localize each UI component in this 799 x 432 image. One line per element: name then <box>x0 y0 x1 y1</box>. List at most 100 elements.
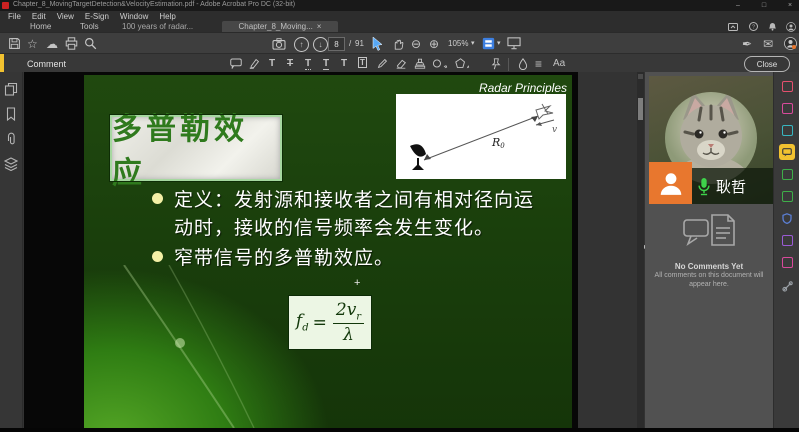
menu-window[interactable]: Window <box>120 12 148 21</box>
comment-toolbar-label: Comment <box>27 59 66 69</box>
zoom-in-icon[interactable]: ⊕ <box>429 36 439 51</box>
line-weight-icon[interactable]: ≡ <box>535 57 542 70</box>
menu-bar: File Edit View E-Sign Window Help <box>0 11 799 21</box>
content-area: 多普勒效应 Radar Principles <box>0 72 799 432</box>
print-icon[interactable] <box>65 36 78 51</box>
video-call-tile[interactable]: 耿哲 <box>649 76 773 204</box>
next-page-icon[interactable]: ↓ <box>313 37 328 52</box>
hand-tool-icon[interactable] <box>392 36 405 51</box>
replace-text-icon[interactable]: T <box>323 58 329 70</box>
menu-edit[interactable]: Edit <box>32 12 46 21</box>
organize-pages-icon[interactable] <box>779 100 795 116</box>
menu-help[interactable]: Help <box>159 12 175 21</box>
slide-title-text: 多普勒效应 <box>112 104 280 192</box>
formula-f-sub: d <box>302 323 308 334</box>
menu-view[interactable]: View <box>57 12 74 21</box>
comment-toolbar: Comment T T T T T T <box>0 53 799 73</box>
sign-pen-icon[interactable]: ✒ <box>742 36 752 51</box>
add-text-icon[interactable]: T <box>269 58 275 69</box>
user-account-icon[interactable] <box>784 36 797 51</box>
participant-name: 耿哲 <box>716 176 746 197</box>
help-circle-icon[interactable]: ? <box>746 22 760 31</box>
tab-tools[interactable]: Tools <box>80 22 99 31</box>
underline-text-icon[interactable]: T <box>341 58 347 69</box>
attachments-icon[interactable] <box>4 132 18 146</box>
share-screen-icon[interactable] <box>726 22 740 31</box>
vertical-scrollbar[interactable] <box>637 72 644 428</box>
eraser-icon[interactable] <box>395 57 407 70</box>
menu-file[interactable]: File <box>8 12 21 21</box>
text-box-icon[interactable]: T <box>358 57 367 68</box>
participant-name-bar: 耿哲 <box>692 168 773 204</box>
radar-diagram: R0 v <box>396 94 566 179</box>
more-tools-icon[interactable] <box>779 278 795 294</box>
comment-tool-icon[interactable] <box>779 144 795 160</box>
send-envelope-icon[interactable]: ✉ <box>763 36 773 51</box>
bullet-dot <box>152 251 163 262</box>
doc-tab-inactive[interactable]: 100 years of radar... <box>122 22 193 31</box>
arrowhead-left <box>424 154 431 160</box>
sticky-note-icon[interactable] <box>230 57 242 70</box>
toolbar-divider <box>508 58 509 71</box>
page-display-caret-icon[interactable]: ▾ <box>497 39 501 47</box>
draw-pencil-icon[interactable] <box>377 57 388 70</box>
stamp-icon[interactable] <box>414 57 426 70</box>
doc-tab-active[interactable]: Chapter_8_Moving... × <box>222 21 338 32</box>
document-viewport[interactable]: 多普勒效应 Radar Principles <box>23 72 637 428</box>
insert-text-icon[interactable]: T <box>305 58 311 70</box>
tab-home[interactable]: Home <box>30 22 51 31</box>
zoom-level-value[interactable]: 105% <box>448 39 468 48</box>
account-avatar-icon[interactable] <box>784 22 798 31</box>
save-icon[interactable] <box>8 36 21 51</box>
attach-pin-icon[interactable] <box>490 57 501 70</box>
export-pdf-icon[interactable] <box>779 78 795 94</box>
notification-bell-icon[interactable] <box>765 22 779 31</box>
comments-panel: 耿哲 No Comments Yet All comments on this … <box>645 72 773 428</box>
snapshot-camera-icon[interactable] <box>272 36 286 51</box>
layers-icon[interactable] <box>4 157 18 171</box>
radar-principles-watermark: Radar Principles <box>459 81 567 95</box>
fill-color-icon[interactable] <box>518 57 528 70</box>
diagram-r0-label: R0 <box>491 136 505 150</box>
zoom-out-icon[interactable]: ⊖ <box>411 36 421 51</box>
protect-pdf-icon[interactable] <box>779 210 795 226</box>
zoom-caret-icon[interactable]: ▾ <box>471 39 475 47</box>
shapes-icon[interactable] <box>433 57 448 70</box>
no-comments-text-line1: All comments on this document will <box>645 271 773 280</box>
quick-tools-toolbar: ☆ ☁ ↑ ↓ 8 / 91 ⊖ ⊕ 105% ▾ ▾ ✒ <box>0 32 799 54</box>
bullet1-line1: 定义：发射源和接收者之间有相对径向运 <box>174 185 534 212</box>
previous-page-icon[interactable]: ↑ <box>294 37 309 52</box>
page-display-icon[interactable] <box>482 36 495 51</box>
search-icon[interactable] <box>84 36 97 51</box>
strikethrough-text-icon[interactable]: T <box>287 58 293 69</box>
cloud-upload-icon[interactable]: ☁ <box>46 36 58 51</box>
combine-files-icon[interactable] <box>779 166 795 182</box>
crosshair-cursor: + <box>354 277 360 289</box>
close-window-button[interactable]: × <box>782 0 798 10</box>
scrollbar-thumb[interactable] <box>638 98 643 120</box>
fill-sign-icon[interactable] <box>779 232 795 248</box>
edit-pdf-icon[interactable] <box>779 122 795 138</box>
select-tool-icon[interactable] <box>372 36 383 51</box>
presentation-mode-icon[interactable] <box>507 36 521 51</box>
doc-tab-close-icon[interactable]: × <box>317 22 322 31</box>
page-number-input[interactable]: 8 <box>328 37 345 51</box>
diagram-v-label: v <box>552 125 557 135</box>
close-comment-button[interactable]: Close <box>744 56 790 72</box>
doc-tab-active-label: Chapter_8_Moving... <box>239 22 313 31</box>
maximize-button[interactable]: □ <box>756 0 772 10</box>
send-for-comments-icon[interactable] <box>779 254 795 270</box>
scroll-up-button[interactable] <box>638 74 643 79</box>
no-comments-icon <box>680 212 738 258</box>
highlight-text-icon[interactable] <box>249 57 260 70</box>
polygon-shapes-icon[interactable] <box>455 57 470 70</box>
text-style-icon[interactable]: Aa <box>553 58 565 69</box>
page-thumbnails-icon[interactable] <box>4 82 18 96</box>
compress-pdf-icon[interactable] <box>779 188 795 204</box>
minimize-button[interactable]: – <box>730 0 746 10</box>
page-separator: / <box>349 39 351 48</box>
favorite-star-icon[interactable]: ☆ <box>27 36 38 51</box>
menu-esign[interactable]: E-Sign <box>85 12 109 21</box>
bookmarks-icon[interactable] <box>4 107 18 121</box>
left-nav-panel <box>0 72 23 428</box>
